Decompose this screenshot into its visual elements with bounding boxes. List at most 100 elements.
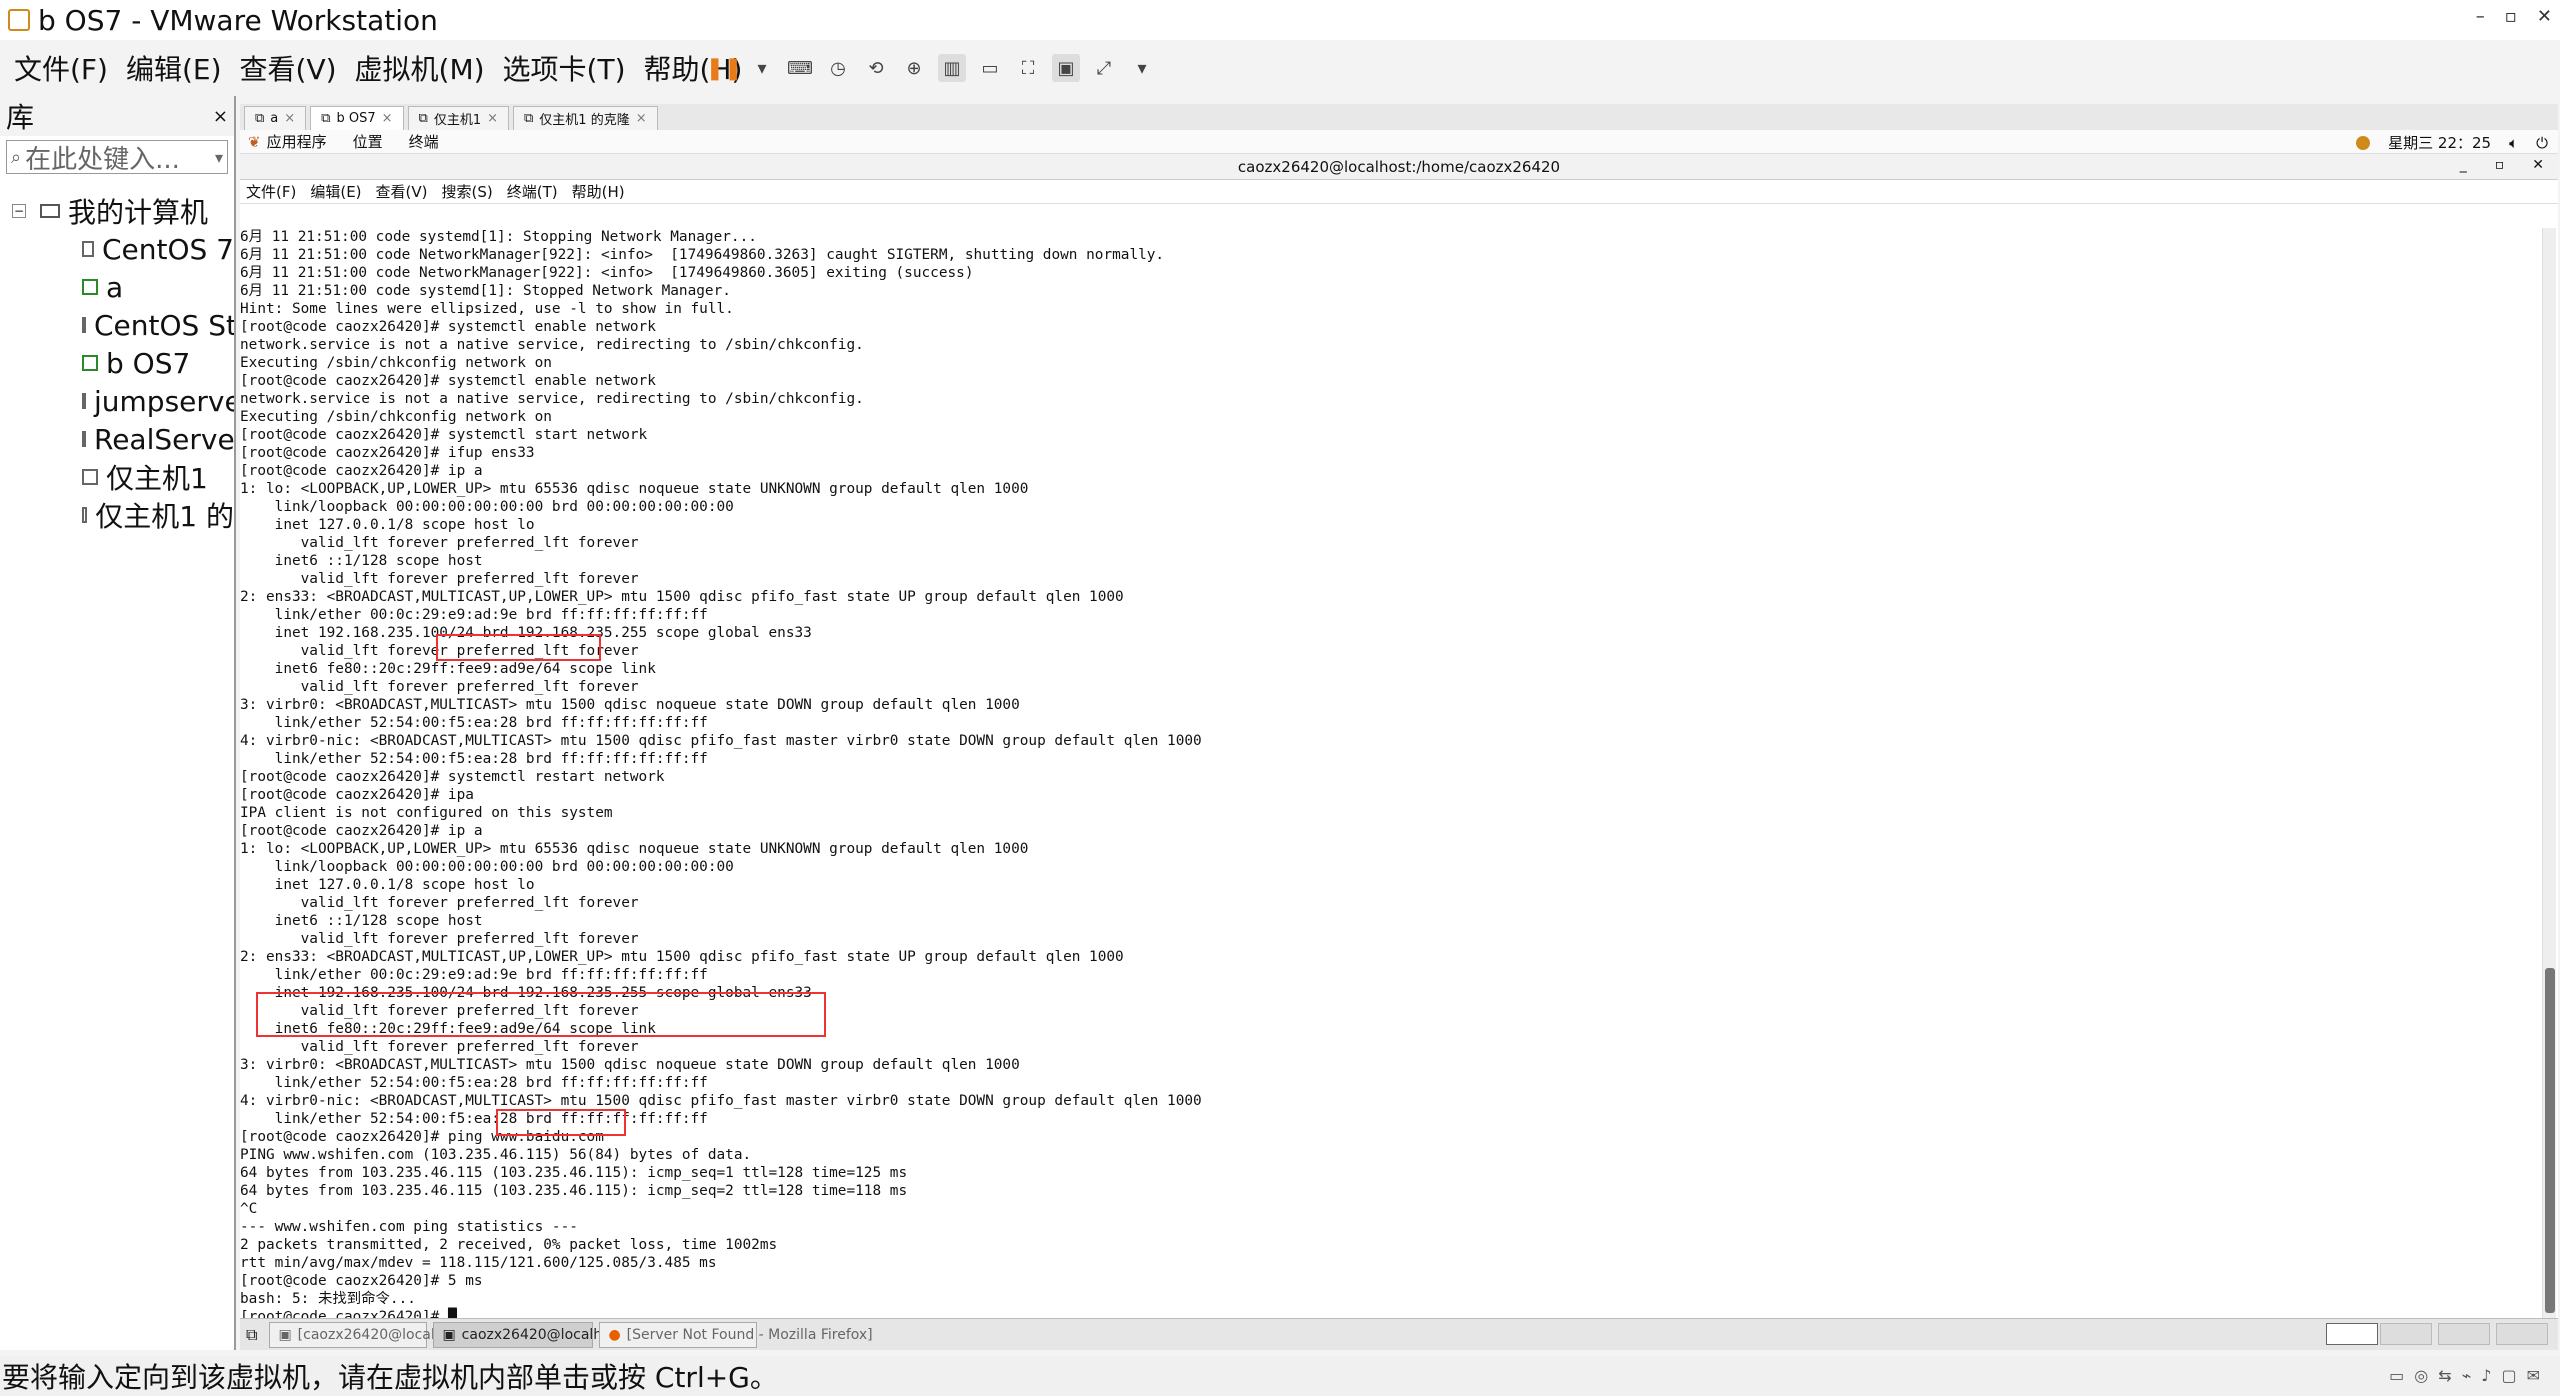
annotation-box	[436, 634, 601, 661]
fullscreen-icon[interactable]: ⛶	[1014, 54, 1042, 82]
guest-menu-places[interactable]: 位置	[353, 131, 383, 152]
tab-vm[interactable]: ⧉ 仅主机1 的克隆 ×	[513, 106, 658, 130]
revert-snapshot-icon[interactable]: ⟲	[862, 54, 890, 82]
taskbar-item-terminal[interactable]: ▣ [caozx26420@localhost:/home/cod...	[269, 1321, 557, 1348]
terminal-menu-help[interactable]: 帮助(H)	[572, 181, 625, 202]
chevron-down-icon[interactable]: ▾	[215, 148, 223, 167]
vm-icon: ⧉	[418, 111, 428, 126]
terminal-line: valid_lft forever preferred_lft forever	[240, 679, 639, 695]
tree-item-vm[interactable]: jumpserve	[0, 382, 234, 420]
menu-tabs[interactable]: 选项卡(T)	[503, 48, 626, 88]
tab-close-icon[interactable]: ×	[636, 111, 647, 126]
stretch-icon[interactable]: ⤢	[1090, 54, 1118, 82]
dropdown-icon[interactable]: ▾	[748, 54, 776, 82]
terminal-scrollbar[interactable]	[2542, 228, 2556, 1318]
terminal-line: valid_lft forever preferred_lft forever	[240, 931, 639, 947]
search-icon: ⌕	[11, 146, 22, 168]
terminal-menu-file[interactable]: 文件(F)	[246, 181, 296, 202]
workspace-3[interactable]	[2438, 1323, 2490, 1345]
tab-close-icon[interactable]: ×	[382, 111, 393, 126]
close-icon[interactable]: ✕	[2537, 6, 2552, 27]
terminal-line: rtt min/avg/max/mdev = 118.115/121.600/1…	[240, 1255, 717, 1271]
display-icon[interactable]: ▢	[2501, 1366, 2516, 1385]
toolbar: ❚❚ ▾ ⌨ ◷ ⟲ ⊕ ▥ ▭ ⛶ ▣ ⤢ ▾	[706, 50, 1156, 86]
network-icon[interactable]: ⇆	[2438, 1366, 2451, 1385]
terminal-menu-view[interactable]: 查看(V)	[376, 181, 428, 202]
tab-vm-active[interactable]: ⧉ b OS7 ×	[310, 106, 404, 130]
tree-item-vm[interactable]: CentOS St	[0, 306, 234, 344]
terminal-line: Hint: Some lines were ellipsized, use -l…	[240, 301, 734, 317]
thumbnail-bar-icon[interactable]: ▭	[976, 54, 1004, 82]
collapse-icon[interactable]: −	[12, 204, 26, 218]
send-keys-icon[interactable]: ⌨	[786, 54, 814, 82]
notification-icon[interactable]	[2356, 135, 2371, 150]
volume-icon[interactable]: 🔈︎	[2509, 134, 2518, 152]
terminal-line: inet6 fe80::20c:29ff:fee9:ad9e/64 scope …	[240, 661, 656, 677]
guest-menu-applications[interactable]: 应用程序	[267, 131, 327, 152]
vm-icon	[82, 317, 86, 333]
tree-item-vm[interactable]: 仅主机1 的	[0, 496, 234, 534]
taskbar-item-terminal-active[interactable]: ▣ caozx26420@localhost:/home/caoz...	[433, 1321, 723, 1348]
tab-vm[interactable]: ⧉ a ×	[244, 106, 307, 130]
workspace-2[interactable]	[2380, 1323, 2432, 1345]
close-icon[interactable]: ✕	[2532, 157, 2544, 173]
console-view-icon[interactable]: ▣	[1052, 54, 1080, 82]
stretch-dropdown-icon[interactable]: ▾	[1128, 54, 1156, 82]
annotation-box	[256, 992, 826, 1037]
tree-item-vm[interactable]: CentOS 7	[0, 230, 234, 268]
tab-close-icon[interactable]: ×	[284, 111, 295, 126]
vm-icon: ⧉	[524, 111, 534, 126]
tree-item-vm[interactable]: a	[0, 268, 234, 306]
terminal-icon: ▣	[442, 1326, 456, 1343]
maximize-icon[interactable]: ▫	[2495, 157, 2505, 173]
tree-root-my-computer[interactable]: − 我的计算机	[0, 192, 234, 230]
terminal-line: 6月 11 21:51:00 code systemd[1]: Stopping…	[240, 229, 757, 245]
menu-edit[interactable]: 编辑(E)	[126, 48, 222, 88]
maximize-icon[interactable]: ▫	[2505, 6, 2517, 27]
snapshot-icon[interactable]: ◷	[824, 54, 852, 82]
hard-disk-icon[interactable]: ▭	[2389, 1366, 2404, 1385]
usb-icon[interactable]: ⌁	[2462, 1366, 2472, 1385]
terminal-line: link/ether 52:54:00:f5:ea:28 brd ff:ff:f…	[240, 1075, 708, 1091]
terminal-output[interactable]: 6月 11 21:51:00 code systemd[1]: Stopping…	[240, 228, 2540, 1318]
minimize-icon[interactable]: –	[2476, 6, 2485, 27]
cd-icon[interactable]: ◎	[2414, 1366, 2428, 1385]
vm-icon: ⧉	[255, 111, 265, 126]
tree-item-vm[interactable]: RealServe	[0, 420, 234, 458]
terminal-menu-edit[interactable]: 编辑(E)	[310, 181, 361, 202]
show-desktop-icon[interactable]: ⧉	[246, 1325, 257, 1345]
terminal-line: [root@code caozx26420]# ip a	[240, 823, 483, 839]
sidebar-toggle-icon[interactable]: ▥	[938, 54, 966, 82]
message-icon[interactable]: ✉	[2527, 1366, 2540, 1385]
taskbar-item-firefox[interactable]: ● [Server Not Found - Mozilla Firefox]	[599, 1321, 873, 1348]
terminal-line: valid_lft forever preferred_lft forever	[240, 1039, 639, 1055]
workspace-1[interactable]	[2326, 1323, 2378, 1345]
menu-file[interactable]: 文件(F)	[14, 48, 108, 88]
minimize-icon[interactable]: _	[2460, 157, 2467, 173]
power-icon[interactable]: ⏻	[2536, 134, 2548, 152]
library-search-input[interactable]: ⌕ 在此处键入... ▾	[6, 140, 228, 175]
terminal-line: inet 127.0.0.1/8 scope host lo	[240, 517, 535, 533]
tree-item-vm[interactable]: b OS7	[0, 344, 234, 382]
pause-icon[interactable]: ❚❚	[706, 54, 743, 82]
menu-view[interactable]: 查看(V)	[240, 48, 337, 88]
sound-icon[interactable]: ♪	[2481, 1366, 2491, 1385]
library-close-icon[interactable]: ×	[213, 106, 228, 127]
vm-icon	[82, 241, 94, 257]
tab-close-icon[interactable]: ×	[487, 111, 498, 126]
snapshot-manager-icon[interactable]: ⊕	[900, 54, 928, 82]
vm-console: ⧉ a × ⧉ b OS7 × ⧉ 仅主机1 × ⧉ 仅主机1 的克隆 × ❦ 应用程序 位置 …	[240, 104, 2558, 1350]
terminal-menu-search[interactable]: 搜索(S)	[442, 181, 493, 202]
menu-vm[interactable]: 虚拟机(M)	[355, 48, 485, 88]
guest-menu-terminal[interactable]: 终端	[409, 131, 439, 152]
gnome-foot-icon: ❦	[248, 132, 261, 151]
workspace-4[interactable]	[2496, 1323, 2548, 1345]
tab-vm[interactable]: ⧉ 仅主机1 ×	[407, 106, 509, 130]
scrollbar-thumb[interactable]	[2545, 968, 2555, 1313]
tree-item-vm[interactable]: 仅主机1	[0, 458, 234, 496]
computer-icon	[40, 204, 60, 218]
terminal-line: valid_lft forever preferred_lft forever	[240, 571, 639, 587]
terminal-menu-terminal[interactable]: 终端(T)	[507, 181, 558, 202]
vm-icon	[82, 469, 98, 485]
guest-clock[interactable]: 星期三 22：25	[2388, 132, 2491, 153]
